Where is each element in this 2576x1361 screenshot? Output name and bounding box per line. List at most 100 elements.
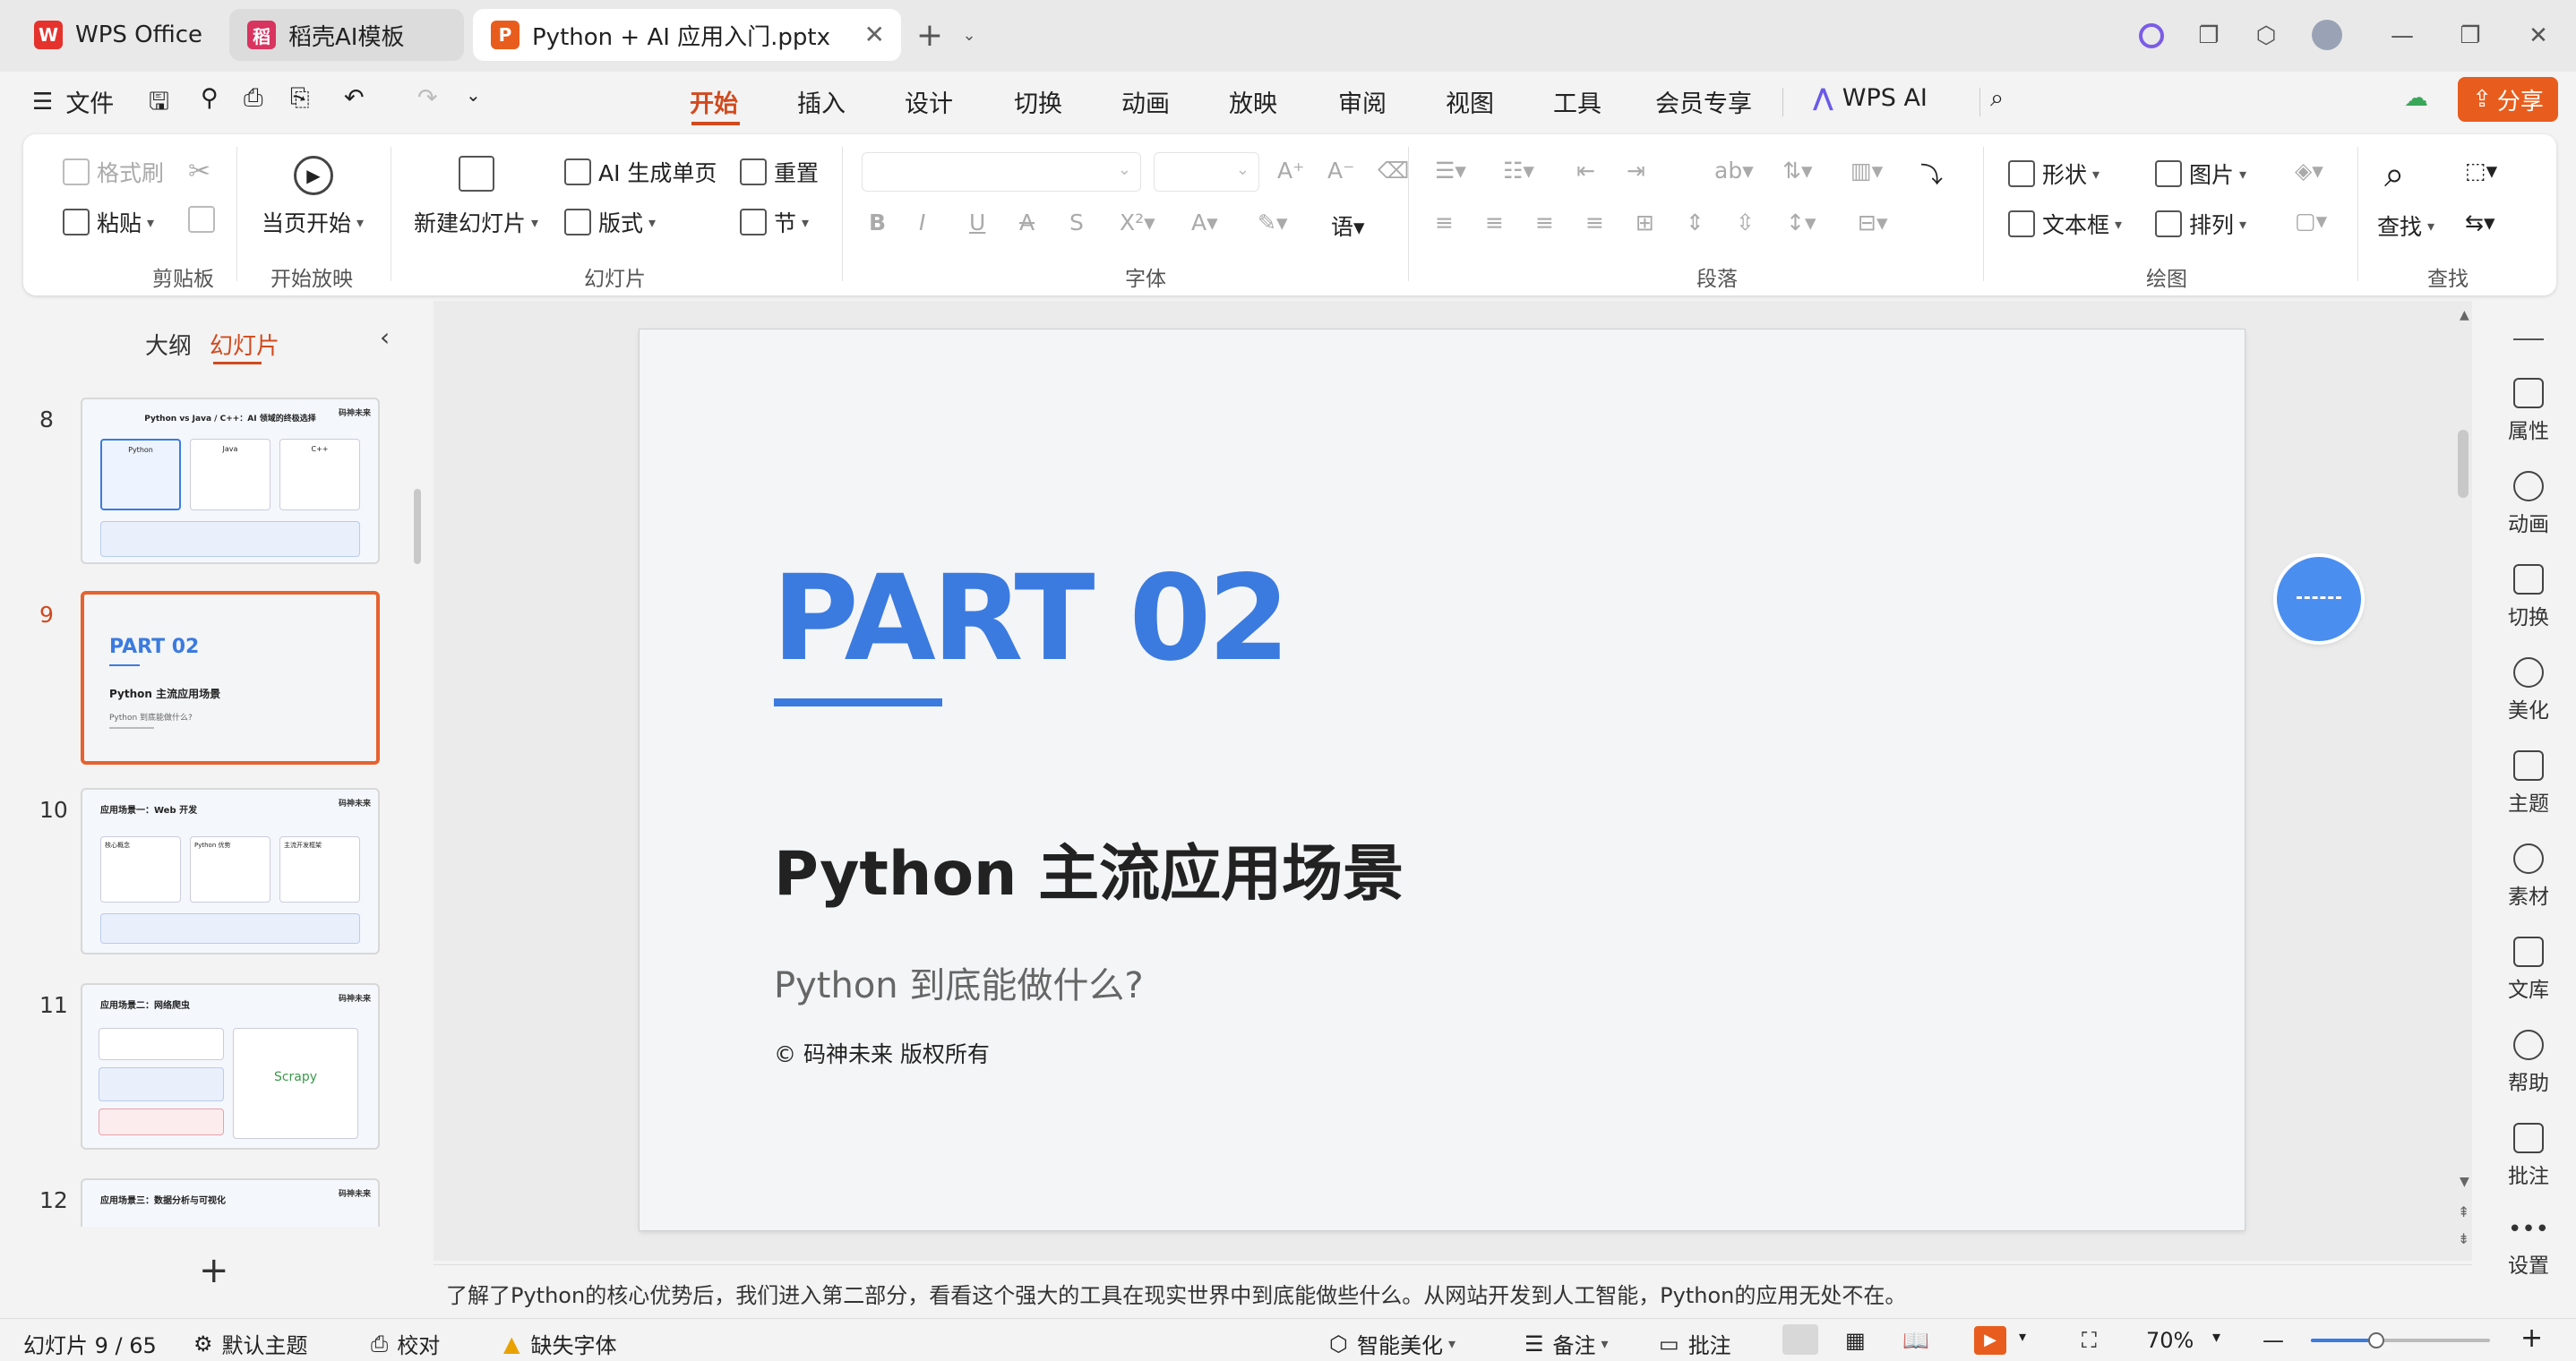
minimize-icon[interactable]: — [2386,20,2418,52]
menu-tools[interactable]: 工具 [1553,84,1601,119]
convert-smartart-icon[interactable]: ⤵ [1920,158,1943,190]
tab-wps-office[interactable]: W WPS Office [16,9,228,61]
superscript-icon[interactable]: X²▾ [1120,210,1155,235]
print-icon[interactable]: ⎙ [244,84,263,113]
line-spacing-icon[interactable]: ⇕ [1686,210,1704,235]
sort-icon[interactable]: ⇅▾ [1782,158,1813,184]
zoom-options-icon[interactable]: ▾ [2212,1328,2220,1347]
play-circle-icon[interactable]: ▶ [294,156,333,195]
slide-sorter-icon[interactable]: ▦ [1845,1328,1866,1353]
scroll-up-icon[interactable]: ▲ [2460,308,2469,322]
slideshow-options-icon[interactable]: ▾ [2019,1328,2026,1345]
help-button[interactable]: 帮助 [2481,1030,2576,1096]
new-slide-button[interactable]: 新建幻灯片 ▾ [414,206,538,238]
share-button[interactable]: ⇪ 分享 [2458,77,2558,122]
search-icon[interactable]: ⌕ [1990,84,2004,113]
decrease-indent-icon[interactable]: ⇤ [1576,158,1595,184]
library-button[interactable]: 文库 [2481,937,2576,1003]
theme-status-button[interactable]: ⚙ 默认主题 [193,1328,308,1359]
shape-button[interactable]: 形状 ▾ [2008,158,2099,190]
columns-icon[interactable]: ▥▾ [1850,158,1883,184]
window-layout-icon[interactable]: ❐ [2193,20,2225,52]
restore-icon[interactable]: ❐ [2454,20,2486,52]
close-window-icon[interactable]: ✕ [2522,20,2555,52]
numbered-list-icon[interactable]: ☷▾ [1503,158,1534,184]
animation-pane-button[interactable]: 动画 [2481,471,2576,537]
slide-copyright[interactable]: © 码神未来 版权所有 [774,1037,990,1069]
add-slide-icon[interactable]: + [199,1250,229,1291]
slide-title[interactable]: Python 主流应用场景 [774,824,1404,912]
bullet-list-icon[interactable]: ☰▾ [1435,158,1466,184]
layout-button[interactable]: 版式 ▾ [564,206,656,238]
slide-thumbnail-11[interactable]: 应用场景二：网络爬虫 码神未来 Scrapy [81,983,380,1150]
new-slide-icon[interactable] [459,156,502,192]
slide-counter[interactable]: 幻灯片 9 / 65 [23,1328,157,1359]
comment-pane-button[interactable]: 批注 [2481,1123,2576,1189]
undo-icon[interactable]: ↶ [344,84,365,112]
cloud-sync-icon[interactable]: ☁ [2404,84,2428,112]
slide-thumbnail-10[interactable]: 应用场景一：Web 开发 码神未来 核心概念 Python 优势 主流开发框架 [81,788,380,954]
distribute-icon[interactable]: ⊞ [1636,210,1654,235]
menu-home[interactable]: 开始 [690,84,738,119]
fill-icon[interactable]: ◈▾ [2295,158,2323,184]
comment-toggle-button[interactable]: ▭ 批注 [1659,1328,1731,1359]
avatar[interactable] [2311,20,2343,52]
picture-button[interactable]: 图片 ▾ [2155,158,2246,190]
align-left-icon[interactable]: ≡ [1435,210,1454,235]
slide-thumbnail-8[interactable]: Python vs Java / C++：AI 领域的终极选择 码神未来 Pyt… [81,398,380,564]
find-icon[interactable]: ⌕ [2384,154,2404,195]
cube-icon[interactable]: ⬡ [2250,20,2282,52]
replace-icon[interactable]: ⇆▾ [2465,210,2495,235]
scroll-thumb[interactable] [2458,430,2469,498]
ai-assistant-icon[interactable] [2135,20,2168,52]
tab-outline[interactable]: 大纲 [145,328,192,361]
close-tab-icon[interactable]: ✕ [864,20,885,49]
canvas-scrollbar[interactable]: ▲ ▼ ⇞ ⇟ [2454,301,2472,1261]
font-family-select[interactable]: ⌄ [862,152,1141,192]
reset-button[interactable]: 重置 [740,156,819,188]
font-size-select[interactable]: ⌄ [1154,152,1259,192]
cut-icon[interactable]: ✂ [188,156,210,187]
collapse-bar-icon[interactable] [2513,338,2544,340]
menu-wps-ai[interactable]: ⋀ WPS AI [1813,84,1928,112]
properties-button[interactable]: 属性 [2481,378,2576,444]
floating-ai-assistant-icon[interactable] [2277,557,2361,641]
align-right-icon[interactable]: ≡ [1535,210,1554,235]
paste-button[interactable]: 粘贴 ▾ [63,206,154,238]
text-direction-icon[interactable]: ab▾ [1714,158,1754,184]
zoom-out-icon[interactable]: — [2263,1328,2284,1353]
spacing-menu-icon[interactable]: ↕▾ [1786,210,1816,235]
increase-font-icon[interactable]: A⁺ [1277,158,1304,184]
section-button[interactable]: 节 ▾ [740,206,809,238]
next-slide-icon[interactable]: ⇟ [2458,1230,2469,1247]
smart-beautify-button[interactable]: ⬡ 智能美化 ▾ [1329,1328,1455,1359]
transition-pane-button[interactable]: 切换 [2481,564,2576,630]
zoom-level[interactable]: 70% [2146,1328,2194,1353]
more-chevron-icon[interactable]: ⌄ [466,84,481,106]
find-button[interactable]: 查找 ▾ [2377,210,2434,242]
font-color-icon[interactable]: A▾ [1191,210,1218,235]
theme-button[interactable]: 主题 [2481,750,2576,817]
decrease-font-icon[interactable]: A⁻ [1327,158,1354,184]
highlight-icon[interactable]: ✎▾ [1258,210,1288,235]
zoom-slider-thumb[interactable] [2368,1332,2384,1348]
justify-icon[interactable]: ≡ [1585,210,1604,235]
menu-insert[interactable]: 插入 [797,84,846,119]
tab-slides[interactable]: 幻灯片 [210,328,279,361]
tab-docer-ai[interactable]: 稻 稻壳AI模板 [229,9,464,61]
text-box-align-icon[interactable]: ⊟▾ [1858,210,1888,235]
scroll-down-icon[interactable]: ▼ [2460,1175,2469,1189]
prev-slide-icon[interactable]: ⇞ [2458,1203,2469,1220]
menu-transition[interactable]: 切换 [1014,84,1062,119]
menu-slideshow[interactable]: 放映 [1229,84,1277,119]
bold-icon[interactable]: B [869,210,886,235]
speaker-notes[interactable]: 了解了Python的核心优势后，我们进入第二部分，看看这个强大的工具在现实世界中… [434,1264,2472,1316]
ai-generate-page-button[interactable]: AI 生成单页 [564,156,717,188]
tab-pptx-file[interactable]: P Python + AI 应用入门.pptx ✕ [473,9,901,61]
current-slide[interactable]: PART 02 Python 主流应用场景 Python 到底能做什么? © 码… [640,330,2245,1230]
menu-view[interactable]: 视图 [1446,84,1494,119]
material-button[interactable]: 素材 [2481,843,2576,910]
notes-toggle-button[interactable]: ☰ 备注 ▾ [1524,1328,1609,1359]
reading-view-icon[interactable]: 📖 [1902,1328,1929,1353]
redo-icon[interactable]: ↷ [417,84,438,112]
